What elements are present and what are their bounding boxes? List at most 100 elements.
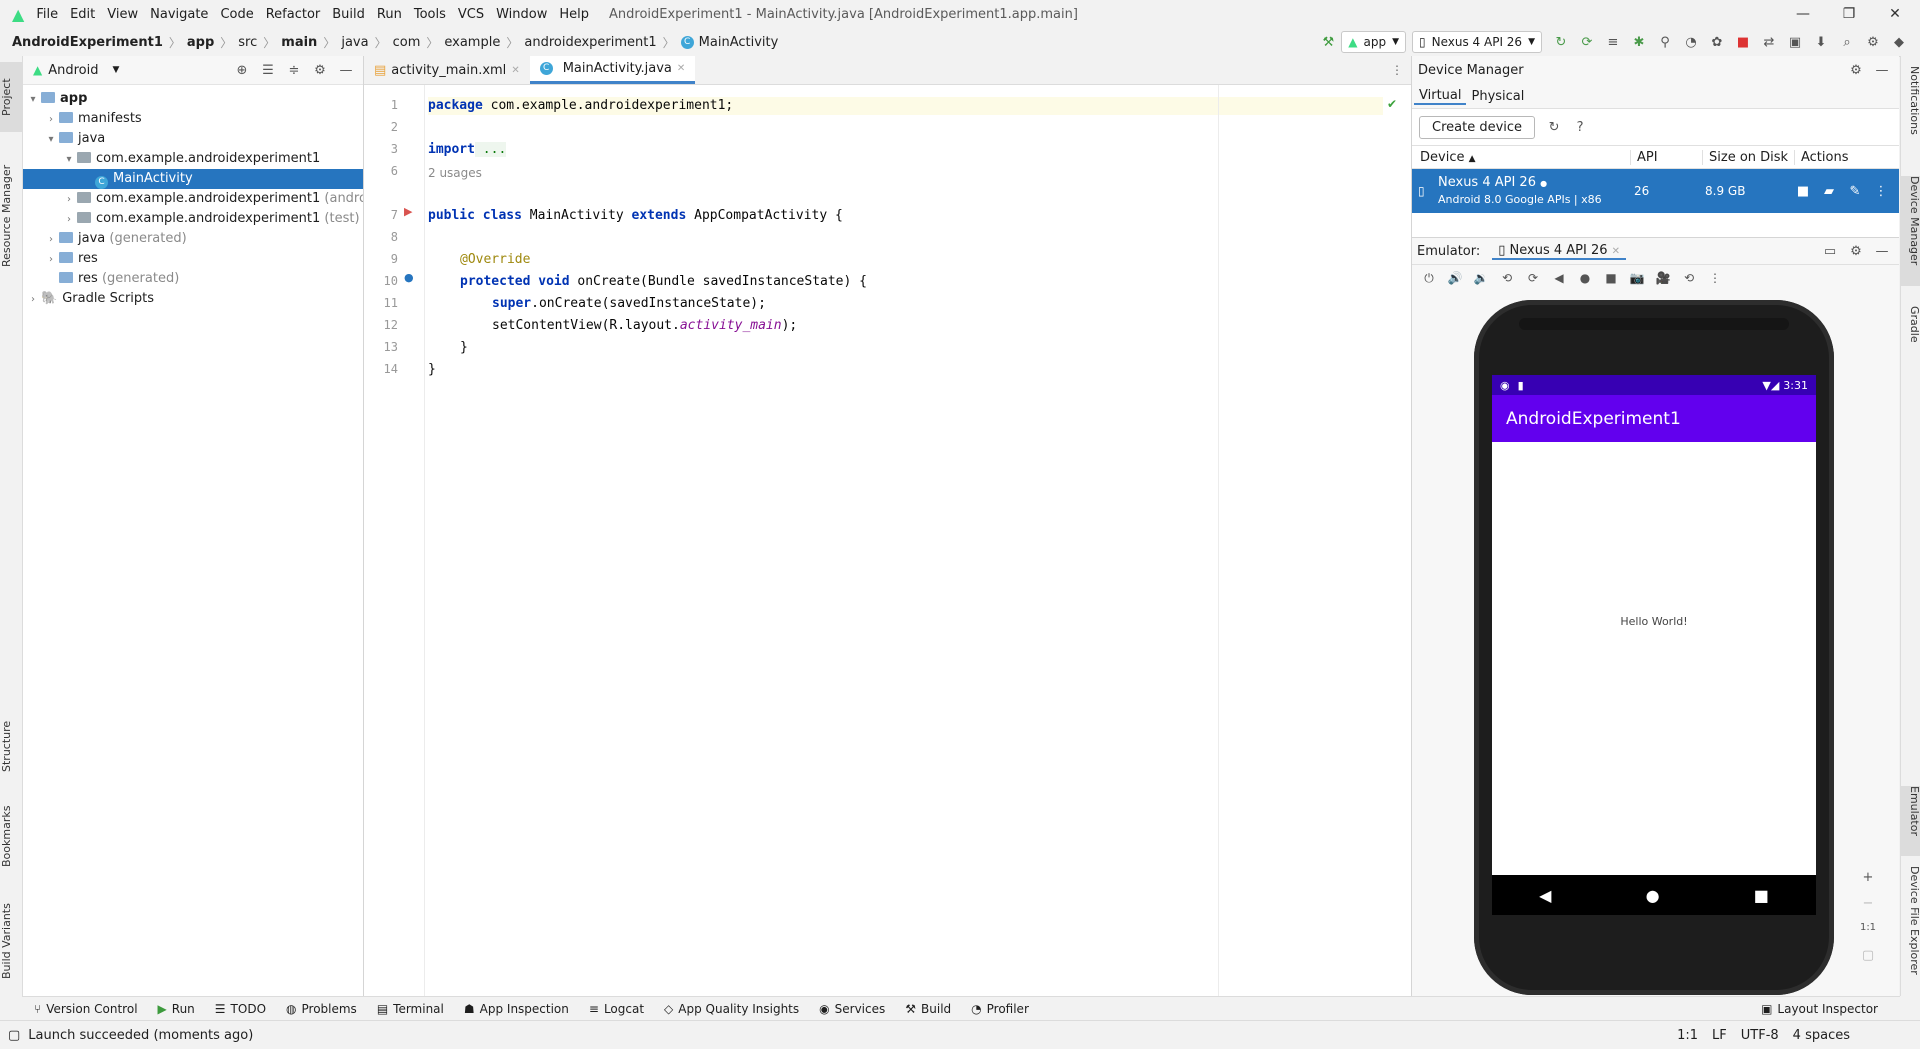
collapse-all-icon[interactable]: ≑ (283, 59, 305, 81)
snapshot-icon[interactable]: ⟲ (1678, 267, 1700, 289)
nav-back-icon[interactable]: ◀ (1539, 886, 1551, 905)
more-vertical-icon[interactable]: ⋮ (1391, 63, 1403, 77)
chevron-down-icon[interactable]: ▾ (25, 90, 41, 110)
logcat-icon[interactable]: ≡ (1602, 31, 1624, 53)
tab-main-activity-java[interactable]: C MainActivity.java ✕ (529, 56, 696, 84)
caret-position[interactable]: 1:1 (1677, 1028, 1698, 1043)
run-gutter-icon[interactable]: ▶ (404, 205, 412, 218)
tool-tab-emulator[interactable]: Emulator (1901, 786, 1920, 856)
stop-device-icon[interactable]: ■ (1792, 180, 1814, 202)
breadcrumb-item[interactable]: androidexperiment1 (524, 35, 656, 50)
tool-tab-profiler[interactable]: ◔ Profiler (971, 1002, 1029, 1016)
back-icon[interactable]: ◀ (1548, 267, 1570, 289)
rerun-icon[interactable]: ↻ (1550, 31, 1572, 53)
menu-edit[interactable]: Edit (70, 7, 95, 22)
volume-up-icon[interactable]: 🔊 (1444, 267, 1466, 289)
overview-icon[interactable]: ■ (1600, 267, 1622, 289)
breadcrumb-item[interactable]: java (341, 35, 368, 50)
chevron-right-icon[interactable]: › (25, 290, 41, 310)
rotate-left-icon[interactable]: ⟲ (1496, 267, 1518, 289)
breadcrumb-item[interactable]: com (393, 35, 421, 50)
tree-item[interactable]: › res (23, 249, 363, 269)
breadcrumb-item[interactable]: AndroidExperiment1 (12, 35, 163, 50)
tool-tab-device-file-explorer[interactable]: Device File Explorer (1901, 866, 1920, 996)
column-api[interactable]: API (1631, 149, 1703, 165)
chevron-right-icon[interactable]: › (61, 210, 77, 230)
code-area[interactable]: ✔ package com.example.androidexperiment1… (428, 85, 1411, 996)
zoom-fit-icon[interactable]: ▢ (1858, 948, 1878, 974)
breadcrumb-item[interactable]: src (238, 35, 257, 50)
stop-icon[interactable]: ■ (1732, 31, 1754, 53)
refresh-icon[interactable]: ↻ (1543, 116, 1565, 138)
nav-recents-icon[interactable]: ■ (1754, 886, 1769, 905)
tab-virtual[interactable]: Virtual (1414, 88, 1467, 105)
tree-item[interactable]: ▾ java (23, 129, 363, 149)
line-separator[interactable]: LF (1712, 1028, 1727, 1043)
ide-logo-icon[interactable]: ◆ (1888, 31, 1910, 53)
tool-tab-notifications[interactable]: Notifications (1901, 66, 1920, 166)
tool-tab-app-inspection[interactable]: ☗ App Inspection (464, 1002, 569, 1016)
more-vertical-icon[interactable]: ⋮ (1870, 180, 1892, 202)
tree-item[interactable]: res (generated) (23, 269, 363, 289)
tool-tab-resource-manager[interactable]: Resource Manager (0, 146, 22, 286)
tool-tab-app-quality-insights[interactable]: ◇ App Quality Insights (664, 1002, 799, 1016)
menu-run[interactable]: Run (377, 7, 402, 22)
project-view-select[interactable]: Android (48, 63, 98, 78)
camera-icon[interactable]: 📷 (1626, 267, 1648, 289)
tool-tab-services[interactable]: ◉ Services (819, 1002, 885, 1016)
chevron-right-icon[interactable]: › (61, 190, 77, 209)
debug-icon[interactable]: ✱ (1628, 31, 1650, 53)
tool-tab-problems[interactable]: ◍ Problems (286, 1002, 357, 1016)
sdk-manager-icon[interactable]: ⬇ (1810, 31, 1832, 53)
nav-home-icon[interactable]: ● (1646, 886, 1660, 905)
search-icon[interactable]: ⌕ (1836, 31, 1858, 53)
tree-item[interactable]: ▾ app (23, 89, 363, 109)
menu-help[interactable]: Help (559, 7, 589, 22)
create-device-button[interactable]: Create device (1419, 115, 1536, 139)
window-icon[interactable]: ▭ (1819, 240, 1841, 262)
close-window-button[interactable]: ✕ (1872, 0, 1918, 28)
chevron-down-icon[interactable]: ▼ (113, 65, 120, 75)
tree-item[interactable]: › com.example.androidexperiment1 (test) (23, 209, 363, 229)
menu-file[interactable]: File (36, 7, 58, 22)
menu-vcs[interactable]: VCS (458, 7, 484, 22)
video-icon[interactable]: 🎥 (1652, 267, 1674, 289)
emulator-screen[interactable]: ◉ ▮ ▼◢ 3:31 AndroidExperiment1 Hello Wor… (1492, 375, 1816, 915)
hide-panel-icon[interactable]: — (335, 59, 357, 81)
file-encoding[interactable]: UTF-8 (1741, 1028, 1779, 1043)
home-icon[interactable]: ● (1574, 267, 1596, 289)
chevron-right-icon[interactable]: › (43, 250, 59, 270)
profiler-icon[interactable]: ◔ (1680, 31, 1702, 53)
maximize-button[interactable]: ❐ (1826, 0, 1872, 28)
sync-gradle-icon[interactable]: ⇄ (1758, 31, 1780, 53)
column-device[interactable]: Device ▲ (1412, 149, 1631, 165)
tab-physical[interactable]: Physical (1466, 89, 1529, 104)
menu-code[interactable]: Code (220, 7, 253, 22)
close-icon[interactable]: ✕ (677, 63, 685, 74)
apply-changes-icon[interactable]: ⟳ (1576, 31, 1598, 53)
menu-navigate[interactable]: Navigate (150, 7, 208, 22)
override-gutter-icon[interactable]: ● (404, 271, 414, 284)
power-icon[interactable]: ⏻ (1418, 267, 1440, 289)
tool-tab-version-control[interactable]: ⑂ Version Control (34, 1002, 138, 1016)
tab-activity-main-xml[interactable]: ▤ activity_main.xml ✕ (364, 56, 530, 84)
tree-item[interactable]: › 🐘 Gradle Scripts (23, 289, 363, 309)
zoom-in-icon[interactable]: + (1858, 870, 1878, 896)
rotate-right-icon[interactable]: ⟳ (1522, 267, 1544, 289)
zoom-actual-size[interactable]: 1:1 (1858, 922, 1878, 948)
tree-item[interactable]: › manifests (23, 109, 363, 129)
chevron-down-icon[interactable]: ▾ (43, 130, 59, 150)
chevron-right-icon[interactable]: › (43, 110, 59, 130)
coverage-icon[interactable]: ✿ (1706, 31, 1728, 53)
tool-tab-run[interactable]: ▶ Run (158, 1002, 195, 1016)
tool-tab-bookmarks[interactable]: Bookmarks (0, 796, 22, 876)
hammer-icon[interactable]: ⚒ (1317, 31, 1339, 53)
tree-item[interactable]: ▾ com.example.androidexperiment1 (23, 149, 363, 169)
breadcrumb-item[interactable]: app (187, 35, 214, 50)
chevron-down-icon[interactable]: ▾ (61, 150, 77, 170)
tool-tab-layout-inspector[interactable]: ▣ Layout Inspector (1761, 1002, 1878, 1016)
tool-tab-build[interactable]: ⚒ Build (905, 1002, 951, 1016)
breadcrumb-item[interactable]: MainActivity (699, 35, 779, 50)
tool-tab-project[interactable]: Project (0, 62, 22, 132)
help-icon[interactable]: ? (1569, 116, 1591, 138)
